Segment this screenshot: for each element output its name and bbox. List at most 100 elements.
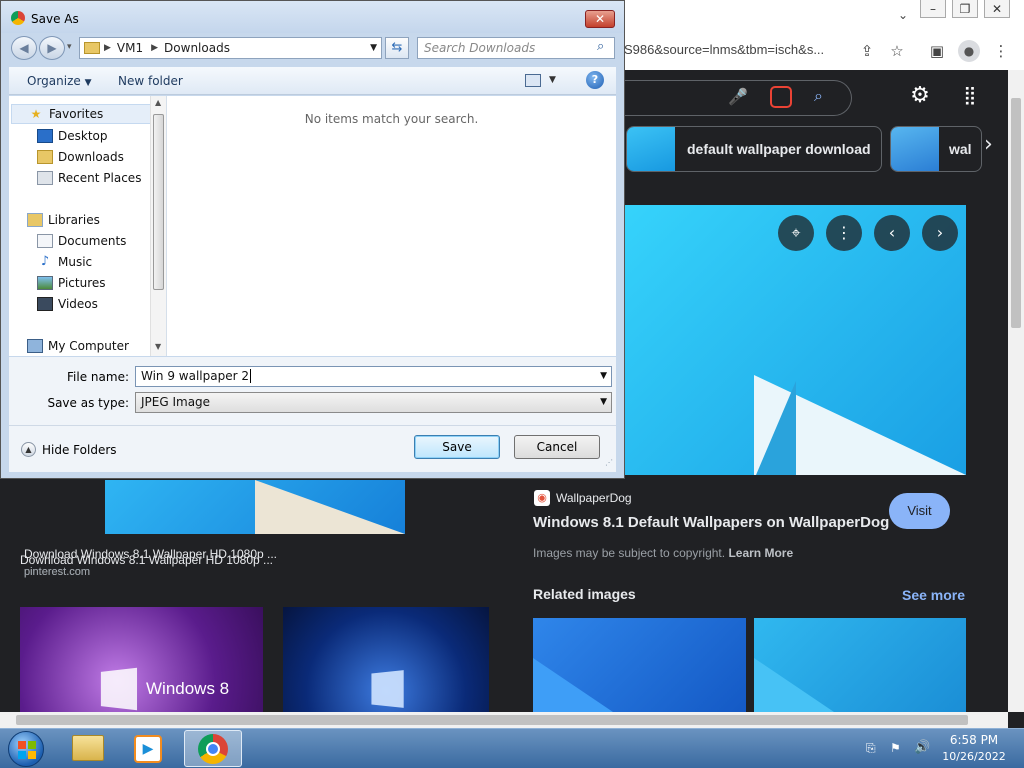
breadcrumb-item[interactable]: VM1 xyxy=(117,41,143,55)
nav-pictures[interactable]: Pictures xyxy=(37,276,106,290)
network-icon[interactable]: ⎘ xyxy=(866,741,880,755)
taskbar: ▶ ⎘ ⚑ 🔊 6:58 PM 10/26/2022 xyxy=(0,728,1024,768)
nav-music[interactable]: ♪ Music xyxy=(37,255,92,270)
clock-time[interactable]: 6:58 PM xyxy=(944,733,1004,747)
result-image-windows8[interactable]: Windows 8 xyxy=(20,607,263,712)
windows-logo-icon xyxy=(371,670,404,708)
close-icon[interactable]: ✕ xyxy=(984,0,1010,18)
next-image-icon[interactable]: › xyxy=(922,215,958,251)
search-box[interactable]: 🎤 ⌕ xyxy=(624,80,852,116)
nav-label: Libraries xyxy=(48,213,100,227)
organize-menu[interactable]: Organize ▼ xyxy=(27,74,92,88)
bookmark-star-icon[interactable]: ☆ xyxy=(886,40,908,62)
maximize-icon[interactable]: ❐ xyxy=(952,0,978,18)
explorer-folder-icon[interactable] xyxy=(72,735,104,761)
folder-icon xyxy=(84,42,100,54)
breadcrumb-item[interactable]: Downloads xyxy=(164,41,230,55)
organize-label: Organize xyxy=(27,74,81,88)
see-more-link[interactable]: See more xyxy=(902,587,965,603)
resize-grip-icon[interactable]: ⋰ xyxy=(605,458,613,467)
lens-icon[interactable] xyxy=(770,86,792,108)
taskbar-chrome-button[interactable] xyxy=(184,730,242,767)
file-name-field[interactable]: Win 9 wallpaper 2 ▼ xyxy=(135,366,612,387)
result-title[interactable]: Download Windows 8.1 Wallpaper HD 1080p … xyxy=(24,547,277,561)
chevron-down-icon: ▼ xyxy=(84,78,92,88)
view-options-icon[interactable] xyxy=(525,74,541,87)
result-image[interactable] xyxy=(105,480,405,534)
preview-title[interactable]: Windows 8.1 Default Wallpapers on Wallpa… xyxy=(533,514,889,531)
scrollbar-thumb[interactable] xyxy=(16,715,968,725)
nav-scrollbar[interactable]: ▲ ▼ xyxy=(150,96,166,356)
cancel-button[interactable]: Cancel xyxy=(514,435,600,459)
scrollbar-thumb[interactable] xyxy=(1011,98,1021,328)
address-bar[interactable]: S986&source=lnms&tbm=isch&s... xyxy=(624,42,824,57)
scroll-up-icon[interactable]: ▲ xyxy=(155,98,161,107)
result-image-windows[interactable] xyxy=(283,607,489,712)
voice-search-icon[interactable]: 🎤 xyxy=(728,87,748,106)
related-image[interactable] xyxy=(754,618,966,712)
view-dropdown-icon[interactable]: ▼ xyxy=(549,75,556,85)
back-button[interactable]: ◀ xyxy=(11,36,37,60)
more-options-icon[interactable]: ⋮ xyxy=(826,215,862,251)
new-folder-button[interactable]: New folder xyxy=(118,74,183,88)
related-image[interactable] xyxy=(533,618,746,712)
share-icon[interactable]: ⇪ xyxy=(856,40,878,62)
text-cursor xyxy=(250,369,251,383)
hide-folders-button[interactable]: ▲ Hide Folders xyxy=(21,442,117,457)
chevron-right-icon: ▶ xyxy=(104,43,111,53)
save-type-dropdown-icon[interactable]: ▼ xyxy=(600,393,607,412)
videos-icon xyxy=(37,297,53,311)
breadcrumb-dropdown-icon[interactable]: ▼ xyxy=(370,43,377,53)
nav-libraries[interactable]: Libraries xyxy=(27,213,100,227)
minimize-icon[interactable]: – xyxy=(920,0,946,18)
learn-more-link[interactable]: Learn More xyxy=(728,546,793,560)
result-site[interactable]: pinterest.com xyxy=(24,566,90,578)
file-name-dropdown-icon[interactable]: ▼ xyxy=(600,367,607,386)
clock-date[interactable]: 10/26/2022 xyxy=(936,750,1012,763)
search-icon[interactable]: ⌕ xyxy=(597,39,604,54)
help-icon[interactable]: ? xyxy=(586,71,604,89)
tab-dropdown-icon[interactable]: ⌄ xyxy=(898,8,908,22)
command-bar: Organize ▼ New folder ▼ ? xyxy=(9,67,616,95)
chip-label: wal xyxy=(949,141,972,157)
visit-button[interactable]: Visit xyxy=(889,493,950,529)
start-button[interactable] xyxy=(8,731,44,767)
nav-my-computer[interactable]: My Computer xyxy=(27,339,129,353)
refresh-icon[interactable]: ⇆ xyxy=(385,37,409,59)
search-icon[interactable]: ⌕ xyxy=(814,86,823,106)
chevron-right-icon: ▶ xyxy=(151,43,159,53)
profile-avatar-icon[interactable]: ● xyxy=(958,40,980,62)
volume-icon[interactable]: 🔊 xyxy=(914,740,930,755)
action-center-flag-icon[interactable]: ⚑ xyxy=(890,741,904,755)
save-button[interactable]: Save xyxy=(414,435,500,459)
scrollbar-thumb[interactable] xyxy=(153,114,164,290)
settings-gear-icon[interactable]: ⚙ xyxy=(906,82,934,110)
side-panel-icon[interactable]: ▣ xyxy=(926,40,948,62)
nav-label: Favorites xyxy=(49,107,104,121)
chip-scroll-right-icon[interactable]: › xyxy=(984,132,993,157)
search-input[interactable]: Search Downloads xyxy=(417,37,615,59)
scroll-down-icon[interactable]: ▼ xyxy=(155,342,161,351)
horizontal-scrollbar[interactable] xyxy=(0,712,1008,728)
chrome-menu-icon[interactable]: ⋮ xyxy=(990,40,1012,62)
previous-image-icon[interactable]: ‹ xyxy=(874,215,910,251)
nav-documents[interactable]: Documents xyxy=(37,234,126,248)
file-name-label: File name: xyxy=(67,370,129,384)
breadcrumb[interactable]: ▶ VM1 ▶ Downloads ▼ xyxy=(79,37,382,59)
media-player-icon[interactable]: ▶ xyxy=(134,735,162,763)
save-type-select[interactable]: JPEG Image ▼ xyxy=(135,392,612,413)
apps-grid-icon[interactable]: ⣿ xyxy=(958,84,982,108)
nav-favorites[interactable]: ★ Favorites xyxy=(11,104,157,124)
nav-recent-places[interactable]: Recent Places xyxy=(37,171,141,185)
dialog-close-button[interactable]: ✕ xyxy=(585,10,615,28)
chip-default-wallpaper[interactable]: default wallpaper download xyxy=(626,126,882,172)
nav-downloads[interactable]: Downloads xyxy=(37,150,124,164)
nav-videos[interactable]: Videos xyxy=(37,297,98,311)
preview-source[interactable]: WallpaperDog xyxy=(556,491,632,505)
recent-locations-icon[interactable]: ▾ xyxy=(67,42,72,52)
nav-desktop[interactable]: Desktop xyxy=(37,129,108,143)
forward-button[interactable]: ▶ xyxy=(39,36,65,60)
lens-search-icon[interactable]: ⌖ xyxy=(778,215,814,251)
chip-wal[interactable]: wal xyxy=(890,126,982,172)
vertical-scrollbar[interactable] xyxy=(1008,70,1024,712)
